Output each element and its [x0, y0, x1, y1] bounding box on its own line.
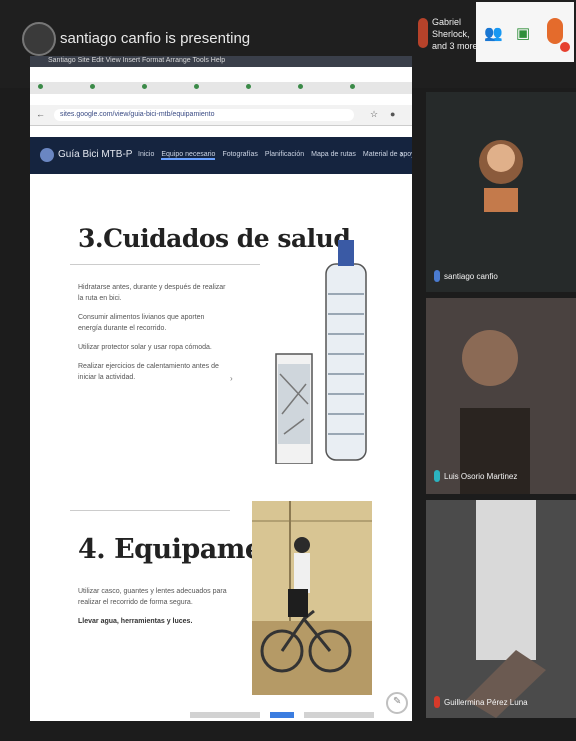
nav-link-planificacion[interactable]: Planificación [265, 151, 304, 160]
site-navigation: Guía Bici MTB-P Inicio Equipo necesario … [30, 137, 412, 174]
taskbar [30, 709, 412, 721]
bookmark-icon[interactable] [38, 84, 43, 89]
taskbar-item[interactable] [304, 712, 374, 718]
bookmark-icon[interactable] [142, 84, 147, 89]
nav-link-mapa[interactable]: Mapa de rutas [311, 151, 356, 160]
meeting-title: santiago canfio is presenting [60, 30, 251, 47]
pencil-icon: ✎ [393, 696, 402, 707]
taskbar-item-active[interactable] [270, 712, 294, 718]
participant-tile[interactable]: Guillermina Pérez Luna [426, 500, 576, 718]
chat-icon[interactable]: ▣ [516, 24, 530, 42]
profile-icon[interactable]: ● [390, 109, 395, 119]
nav-link-equipo[interactable]: Equipo necesario [161, 151, 216, 160]
bookmark-star-icon[interactable]: ☆ [370, 109, 378, 120]
address-bar-row: ← sites.google.com/view/guia-bici-mtb/eq… [30, 105, 412, 126]
bookmark-icon[interactable] [246, 84, 251, 89]
notification-dot [560, 42, 570, 52]
nav-link-fotografias[interactable]: Fotografías [222, 151, 257, 160]
bullet-item: Utilizar casco, guantes y lentes adecuad… [78, 588, 227, 606]
participant-name: Luis Osorio Martinez [444, 472, 518, 481]
presenter-avatar [22, 22, 56, 56]
divider [70, 264, 260, 265]
mic-icon [434, 696, 440, 708]
bookmark-icon[interactable] [298, 84, 303, 89]
participant-video [426, 298, 576, 494]
url-input[interactable]: sites.google.com/view/guia-bici-mtb/equi… [54, 109, 354, 121]
bullet-item: Consumir alimentos livianos que aporten … [78, 314, 205, 332]
equipment-bullet-list: Utilizar casco, guantes y lentes adecuad… [78, 586, 228, 635]
participant-name: Guillermina Pérez Luna [444, 698, 528, 707]
back-arrow-icon[interactable]: ← [36, 109, 45, 119]
browser-tab-text: Santiago Site Edit View Insert Format Ar… [48, 57, 226, 64]
bullet-item: Hidratarse antes, durante y después de r… [78, 284, 226, 302]
nav-link-inicio[interactable]: Inicio [138, 151, 154, 160]
nav-link-material[interactable]: Material de apoyo [363, 151, 412, 160]
bullet-item: Llevar agua, herramientas y luces. [78, 618, 193, 625]
participant-tile[interactable]: santiago canfio [426, 92, 576, 292]
participant-video [479, 140, 523, 212]
taskbar-item[interactable] [190, 712, 260, 718]
bookmark-icon[interactable] [350, 84, 355, 89]
presenter-indicator [418, 18, 428, 48]
bookmarks-bar [30, 82, 412, 94]
bullet-item: Realizar ejercicios de calentamiento ant… [78, 363, 219, 381]
bookmark-icon[interactable] [90, 84, 95, 89]
cyclist-photo [252, 501, 372, 695]
health-bullet-list: Hidratarse antes, durante y después de r… [78, 282, 228, 391]
participant-video [426, 500, 576, 718]
browser-tab-bar: Santiago Site Edit View Insert Format Ar… [30, 56, 412, 67]
people-icon[interactable]: 👥 [484, 24, 503, 42]
activity-icon[interactable] [547, 18, 563, 44]
water-bottle-illustration [275, 240, 367, 464]
divider [70, 510, 230, 511]
shared-screen: Santiago Site Edit View Insert Format Ar… [30, 56, 412, 721]
participant-name: santiago canfio [444, 272, 498, 281]
site-logo-icon[interactable] [40, 148, 54, 162]
nav-more-icon[interactable]: › [400, 149, 403, 160]
site-nav-links: Inicio Equipo necesario Fotografías Plan… [138, 151, 412, 160]
mic-icon [434, 470, 440, 482]
participant-tile[interactable]: Luis Osorio Martinez [426, 298, 576, 494]
bullet-item: Utilizar protector solar y usar ropa cóm… [78, 344, 212, 351]
mic-icon [434, 270, 440, 282]
carousel-next-icon[interactable]: › [230, 374, 233, 383]
site-brand[interactable]: Guía Bici MTB-P [58, 149, 132, 160]
meeting-tray: 👥 ▣ [476, 2, 574, 62]
bookmark-icon[interactable] [194, 84, 199, 89]
